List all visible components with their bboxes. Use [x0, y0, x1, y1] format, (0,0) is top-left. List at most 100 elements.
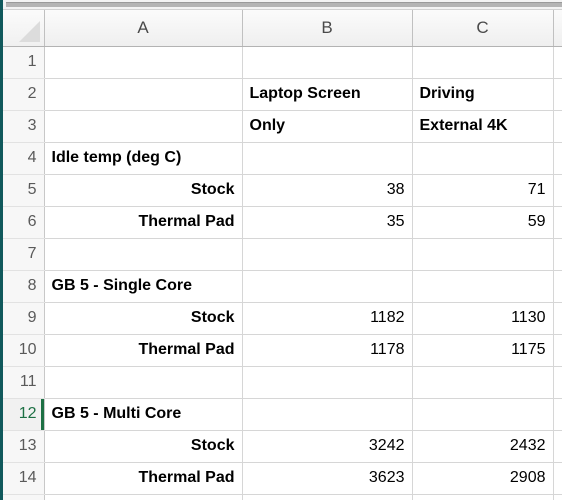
sheet-row: 5 Stock 38 71 — [3, 174, 562, 207]
cell-A13[interactable]: Stock — [44, 430, 243, 463]
sheet-row: 9 Stock 1182 1130 — [3, 302, 562, 335]
cell-A7[interactable] — [44, 238, 243, 271]
cell-B12[interactable] — [242, 398, 413, 431]
cell-C9[interactable]: 1130 — [412, 302, 554, 335]
cell-A15[interactable] — [44, 494, 243, 500]
row-header-14[interactable]: 14 — [3, 462, 45, 495]
cell-C5[interactable]: 71 — [412, 174, 554, 207]
sheet-row: 4 Idle temp (deg C) — [3, 142, 562, 175]
cell-C1[interactable] — [412, 46, 554, 79]
cell-C11[interactable] — [412, 366, 554, 399]
cell-A3[interactable] — [44, 110, 243, 143]
row-header-5[interactable]: 5 — [3, 174, 45, 207]
cell-D2[interactable] — [553, 78, 562, 111]
window-left-edge — [0, 0, 3, 500]
select-all-button[interactable] — [3, 10, 45, 47]
horizontal-scrollbar[interactable] — [3, 0, 562, 10]
cell-B2[interactable]: Laptop Screen — [242, 78, 413, 111]
sheet-table: A B C 1 2 Laptop Screen Driving 3 Only Externa… — [3, 10, 562, 500]
cell-D10[interactable] — [553, 334, 562, 367]
cell-C12[interactable] — [412, 398, 554, 431]
sheet-row: 12 GB 5 - Multi Core — [3, 398, 562, 431]
cell-A12[interactable]: GB 5 - Multi Core — [44, 398, 243, 431]
cell-C6[interactable]: 59 — [412, 206, 554, 239]
cell-C10[interactable]: 1175 — [412, 334, 554, 367]
cell-B10[interactable]: 1178 — [242, 334, 413, 367]
cell-D12[interactable] — [553, 398, 562, 431]
row-header-3[interactable]: 3 — [3, 110, 45, 143]
row-header-1[interactable]: 1 — [3, 46, 45, 79]
cell-D1[interactable] — [553, 46, 562, 79]
cell-D15[interactable] — [553, 494, 562, 500]
sheet-row: 2 Laptop Screen Driving — [3, 78, 562, 111]
cell-A6[interactable]: Thermal Pad — [44, 206, 243, 239]
cell-D5[interactable] — [553, 174, 562, 207]
row-header-2[interactable]: 2 — [3, 78, 45, 111]
select-all-triangle-icon — [18, 20, 40, 42]
row-header-9[interactable]: 9 — [3, 302, 45, 335]
cell-B15[interactable] — [242, 494, 413, 500]
sheet-grid[interactable]: A B C 1 2 Laptop Screen Driving 3 Only Externa… — [3, 10, 562, 500]
cell-D3[interactable] — [553, 110, 562, 143]
cell-B7[interactable] — [242, 238, 413, 271]
sheet-row: 1 — [3, 46, 562, 79]
cell-D8[interactable] — [553, 270, 562, 303]
cell-C4[interactable] — [412, 142, 554, 175]
cell-C8[interactable] — [412, 270, 554, 303]
cell-A14[interactable]: Thermal Pad — [44, 462, 243, 495]
cell-A10[interactable]: Thermal Pad — [44, 334, 243, 367]
spreadsheet-window: A B C 1 2 Laptop Screen Driving 3 Only Externa… — [0, 0, 562, 500]
row-header-4[interactable]: 4 — [3, 142, 45, 175]
cell-B6[interactable]: 35 — [242, 206, 413, 239]
cell-A4[interactable]: Idle temp (deg C) — [44, 142, 243, 175]
cell-A2[interactable] — [44, 78, 243, 111]
cell-A8[interactable]: GB 5 - Single Core — [44, 270, 243, 303]
cell-A9[interactable]: Stock — [44, 302, 243, 335]
column-header-c[interactable]: C — [412, 10, 554, 47]
cell-D7[interactable] — [553, 238, 562, 271]
cell-A1[interactable] — [44, 46, 243, 79]
sheet-body: 1 2 Laptop Screen Driving 3 Only External 4K 4 I… — [3, 46, 562, 500]
cell-C14[interactable]: 2908 — [412, 462, 554, 495]
cell-B11[interactable] — [242, 366, 413, 399]
cell-D13[interactable] — [553, 430, 562, 463]
sheet-row: 8 GB 5 - Single Core — [3, 270, 562, 303]
cell-B13[interactable]: 3242 — [242, 430, 413, 463]
cell-C13[interactable]: 2432 — [412, 430, 554, 463]
cell-D9[interactable] — [553, 302, 562, 335]
cell-B9[interactable]: 1182 — [242, 302, 413, 335]
row-header-6[interactable]: 6 — [3, 206, 45, 239]
cell-A5[interactable]: Stock — [44, 174, 243, 207]
cell-B3[interactable]: Only — [242, 110, 413, 143]
cell-C7[interactable] — [412, 238, 554, 271]
sheet-row: 6 Thermal Pad 35 59 — [3, 206, 562, 239]
cell-B4[interactable] — [242, 142, 413, 175]
sheet-row: 15 — [3, 494, 562, 500]
row-header-7[interactable]: 7 — [3, 238, 45, 271]
cell-B1[interactable] — [242, 46, 413, 79]
sheet-row: 7 — [3, 238, 562, 271]
cell-C15[interactable] — [412, 494, 554, 500]
row-header-12[interactable]: 12 — [3, 398, 45, 431]
row-header-10[interactable]: 10 — [3, 334, 45, 367]
cell-D4[interactable] — [553, 142, 562, 175]
cell-D6[interactable] — [553, 206, 562, 239]
column-header-a[interactable]: A — [44, 10, 243, 47]
cell-B14[interactable]: 3623 — [242, 462, 413, 495]
cell-C2[interactable]: Driving — [412, 78, 554, 111]
cell-A11[interactable] — [44, 366, 243, 399]
column-header-d[interactable] — [553, 10, 562, 47]
sheet-row: 11 — [3, 366, 562, 399]
cell-B8[interactable] — [242, 270, 413, 303]
cell-D14[interactable] — [553, 462, 562, 495]
row-header-15[interactable]: 15 — [3, 494, 45, 500]
column-header-b[interactable]: B — [242, 10, 413, 47]
cell-C3[interactable]: External 4K — [412, 110, 554, 143]
row-header-8[interactable]: 8 — [3, 270, 45, 303]
horizontal-scrollbar-thumb[interactable] — [6, 2, 562, 7]
cell-B5[interactable]: 38 — [242, 174, 413, 207]
row-header-11[interactable]: 11 — [3, 366, 45, 399]
row-header-13[interactable]: 13 — [3, 430, 45, 463]
cell-D11[interactable] — [553, 366, 562, 399]
column-header-row: A B C — [3, 10, 562, 47]
